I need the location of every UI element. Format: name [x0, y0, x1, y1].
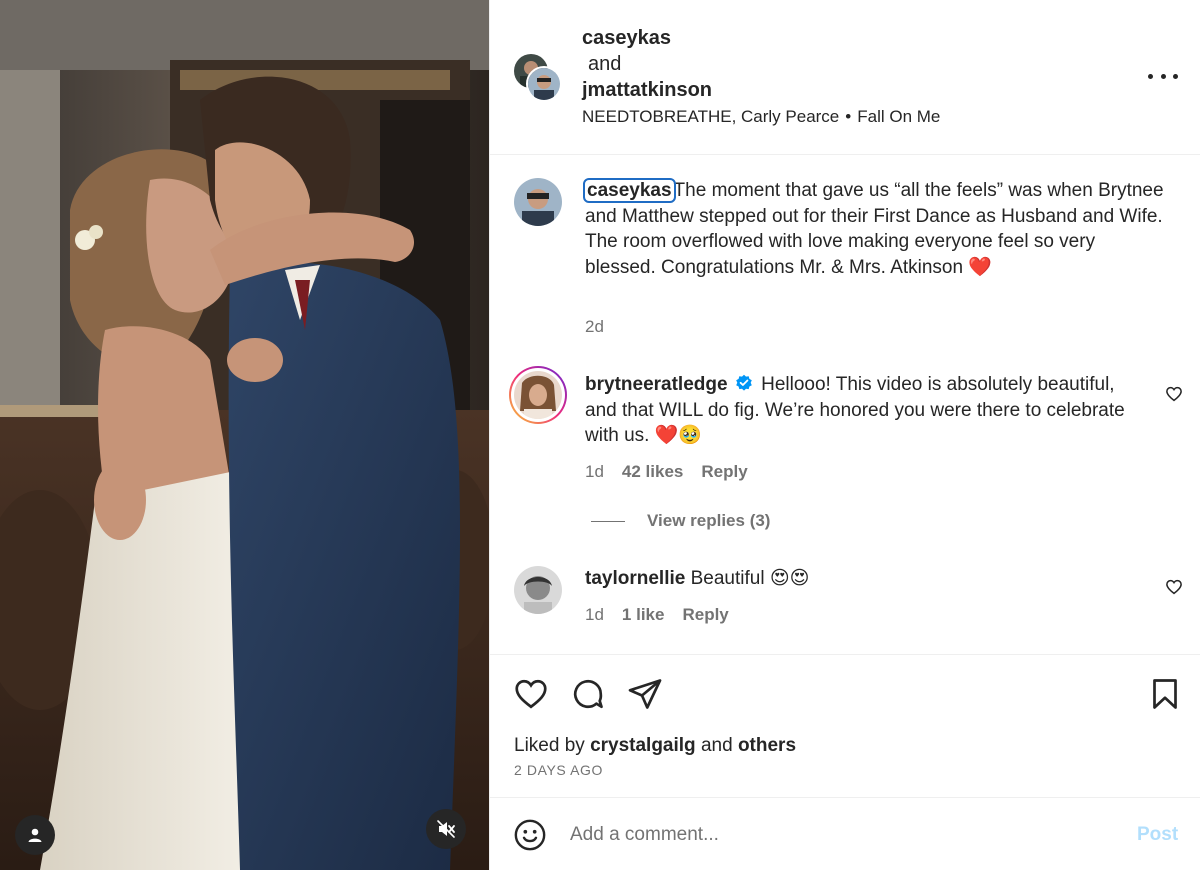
comment-likes-link[interactable]: 1 like — [622, 605, 665, 625]
audio-info[interactable]: NEEDTOBREATHE, Carly Pearce • Fall On Me — [582, 107, 940, 127]
comment-username-link[interactable]: brytneeratledge — [585, 374, 728, 395]
liked-by-others-link[interactable]: others — [738, 735, 796, 756]
paper-plane-icon[interactable] — [627, 676, 663, 712]
heart-icon[interactable] — [1165, 385, 1183, 403]
caption-time[interactable]: 2d — [585, 317, 604, 337]
collab-names: caseykas and jmattatkinson — [582, 25, 712, 103]
post-comment-button[interactable]: Post — [1137, 824, 1178, 846]
collab-avatars[interactable] — [514, 54, 562, 102]
reply-button[interactable]: Reply — [682, 605, 728, 625]
post-timestamp[interactable]: 2 DAYS AGO — [514, 762, 603, 778]
add-comment-bar: Post — [490, 797, 1200, 870]
smiley-icon[interactable] — [513, 818, 547, 852]
mute-toggle-button[interactable] — [426, 809, 466, 849]
post-actions: Liked by crystalgailg and others 2 DAYS … — [490, 654, 1200, 797]
comment-bubble-icon[interactable] — [570, 676, 606, 712]
person-icon — [28, 828, 42, 842]
liked-by: Liked by crystalgailg and others — [514, 735, 796, 757]
comment-body: Beautiful 😍😍 — [690, 568, 810, 589]
comment-meta: 1d 1 like Reply — [585, 605, 729, 625]
audio-separator: • — [845, 107, 852, 126]
username-link[interactable]: jmattatkinson — [582, 77, 712, 103]
comment-text: taylornellie Beautiful 😍😍 — [585, 566, 1145, 592]
more-horizontal-icon — [1148, 73, 1178, 79]
speaker-muted-icon — [437, 820, 455, 838]
view-replies-button[interactable]: View replies (3) — [591, 511, 770, 531]
comment-time[interactable]: 1d — [585, 605, 604, 625]
post-details-panel: caseykas and jmattatkinson NEEDTOBREATHE… — [489, 0, 1200, 870]
bookmark-icon[interactable] — [1147, 676, 1183, 712]
audio-track[interactable]: Fall On Me — [857, 107, 940, 126]
verified-badge-icon — [736, 374, 752, 391]
avatar-story-ring[interactable] — [509, 366, 567, 424]
more-options-button[interactable] — [1148, 64, 1178, 88]
caption-meta: 2d — [585, 317, 604, 337]
liked-by-and: and — [700, 735, 733, 756]
comment-likes-link[interactable]: 42 likes — [622, 462, 683, 482]
liked-by-prefix: Liked by — [514, 735, 585, 756]
video-frame — [0, 0, 489, 870]
caption-text: caseykas The moment that gave us “all the… — [583, 178, 1165, 281]
audio-artists[interactable]: NEEDTOBREATHE, Carly Pearce — [582, 107, 839, 126]
comment-text: brytneeratledge Hellooo! This video is a… — [585, 372, 1145, 449]
caption-username-link[interactable]: caseykas — [583, 178, 676, 203]
comment-meta: 1d 42 likes Reply — [585, 462, 748, 482]
post-media[interactable] — [0, 0, 489, 870]
view-replies-label: View replies (3) — [647, 511, 771, 530]
avatar[interactable] — [514, 566, 562, 614]
reply-button[interactable]: Reply — [701, 462, 747, 482]
divider-line — [591, 520, 625, 522]
comment-input[interactable] — [570, 820, 1110, 850]
comments-section[interactable]: caseykas The moment that gave us “all the… — [490, 156, 1200, 653]
comment-time[interactable]: 1d — [585, 462, 604, 482]
comment-username-link[interactable]: taylornellie — [585, 568, 685, 589]
heart-icon[interactable] — [513, 676, 549, 712]
tagged-people-button[interactable] — [15, 815, 55, 855]
avatar[interactable] — [514, 178, 562, 226]
post-header: caseykas and jmattatkinson NEEDTOBREATHE… — [490, 0, 1200, 155]
avatar[interactable] — [526, 66, 562, 102]
liked-by-user-link[interactable]: crystalgailg — [590, 735, 696, 756]
username-link[interactable]: caseykas — [582, 25, 712, 51]
heart-icon[interactable] — [1165, 578, 1183, 596]
and-text: and — [588, 53, 622, 75]
